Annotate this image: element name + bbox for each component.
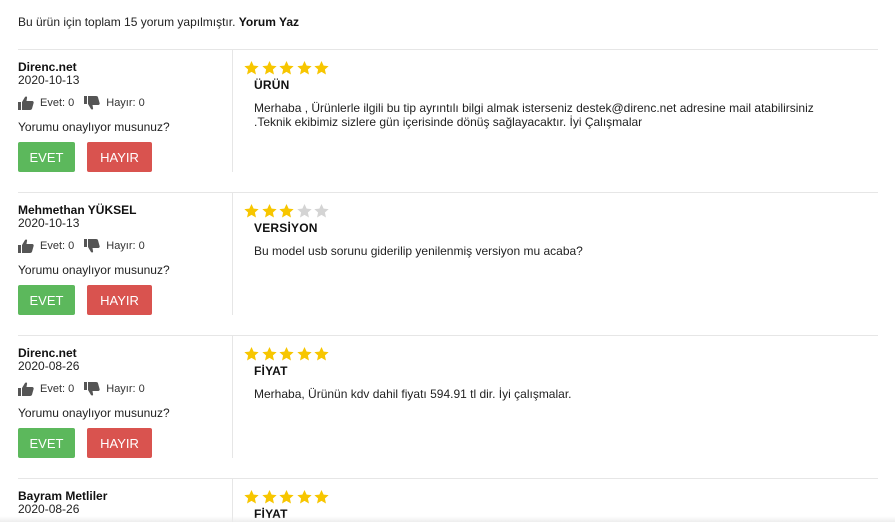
review-item: Mehmethan YÜKSEL 2020-10-13 Evet: 0 Hayı… <box>18 193 878 336</box>
review-text: Merhaba, Ürünün kdv dahil fiyatı 594.91 … <box>254 387 572 401</box>
star-filled-icon <box>261 61 277 75</box>
review-meta: Mehmethan YÜKSEL 2020-10-13 Evet: 0 Hayı… <box>18 193 233 315</box>
thumbs-down-icon <box>84 239 100 253</box>
yes-vote-count: Evet: 0 <box>40 97 75 109</box>
bottom-fade <box>0 516 895 522</box>
approve-yes-button[interactable]: EVET <box>18 285 75 315</box>
star-filled-icon <box>314 490 329 504</box>
review-item: Direnc.net 2020-08-26 Evet: 0 Hayır: 0 Y… <box>18 336 878 479</box>
approval-question: Yorumu onaylıyor musunuz? <box>18 120 170 134</box>
star-filled-icon <box>314 347 329 361</box>
vote-counts: Evet: 0 Hayır: 0 <box>18 96 155 110</box>
star-rating <box>243 489 331 505</box>
star-filled-icon <box>261 347 277 361</box>
review-text: Merhaba , Ürünlerle ilgili bu tip ayrınt… <box>254 101 814 129</box>
star-filled-icon <box>279 204 294 218</box>
thumbs-down-vote[interactable]: Hayır: 0 <box>84 239 145 253</box>
star-rating <box>243 346 331 362</box>
star-filled-icon <box>244 204 259 218</box>
approve-no-button[interactable]: HAYIR <box>87 428 152 458</box>
star-filled-icon <box>244 490 259 504</box>
no-vote-count: Hayır: 0 <box>106 97 145 109</box>
review-title: FİYAT <box>254 364 288 378</box>
star-filled-icon <box>296 61 312 75</box>
star-empty-icon <box>296 204 312 218</box>
review-date: 2020-08-26 <box>18 502 80 516</box>
star-filled-icon <box>296 490 312 504</box>
review-meta: Direnc.net 2020-08-26 Evet: 0 Hayır: 0 Y… <box>18 336 233 458</box>
star-rating <box>243 60 331 76</box>
thumbs-down-vote[interactable]: Hayır: 0 <box>84 96 145 110</box>
review-title: ÜRÜN <box>254 78 290 92</box>
no-vote-count: Hayır: 0 <box>106 240 145 252</box>
star-filled-icon <box>296 347 312 361</box>
approval-question: Yorumu onaylıyor musunuz? <box>18 263 170 277</box>
review-count-text: Bu ürün için toplam 15 yorum yapılmıştır… <box>18 15 236 29</box>
yes-vote-count: Evet: 0 <box>40 383 75 395</box>
review-author: Direnc.net <box>18 346 77 360</box>
review-date: 2020-08-26 <box>18 359 80 373</box>
star-rating <box>243 203 331 219</box>
star-filled-icon <box>244 347 259 361</box>
star-filled-icon <box>314 61 329 75</box>
star-empty-icon <box>314 204 329 218</box>
thumbs-down-icon <box>84 382 100 396</box>
approve-no-button[interactable]: HAYIR <box>87 142 152 172</box>
star-filled-icon <box>279 61 294 75</box>
star-filled-icon <box>279 347 294 361</box>
no-vote-count: Hayır: 0 <box>106 383 145 395</box>
thumbs-down-vote[interactable]: Hayır: 0 <box>84 382 145 396</box>
write-review-link[interactable]: Yorum Yaz <box>239 15 299 29</box>
approve-no-button[interactable]: HAYIR <box>87 285 152 315</box>
approval-question: Yorumu onaylıyor musunuz? <box>18 406 170 420</box>
review-title: VERSİYON <box>254 221 318 235</box>
thumbs-up-icon <box>18 96 34 110</box>
review-item: Direnc.net 2020-10-13 Evet: 0 Hayır: 0 Y… <box>18 50 878 193</box>
review-summary: Bu ürün için toplam 15 yorum yapılmıştır… <box>18 15 299 29</box>
star-filled-icon <box>279 490 294 504</box>
review-date: 2020-10-13 <box>18 216 80 230</box>
review-date: 2020-10-13 <box>18 73 80 87</box>
star-filled-icon <box>261 490 277 504</box>
review-meta: Direnc.net 2020-10-13 Evet: 0 Hayır: 0 Y… <box>18 50 233 172</box>
review-author: Bayram Metliler <box>18 489 108 503</box>
vote-counts: Evet: 0 Hayır: 0 <box>18 239 155 253</box>
thumbs-up-icon <box>18 382 34 396</box>
review-author: Mehmethan YÜKSEL <box>18 203 137 217</box>
yes-vote-count: Evet: 0 <box>40 240 75 252</box>
approve-yes-button[interactable]: EVET <box>18 142 75 172</box>
vote-counts: Evet: 0 Hayır: 0 <box>18 382 155 396</box>
review-author: Direnc.net <box>18 60 77 74</box>
thumbs-up-vote[interactable]: Evet: 0 <box>18 239 74 253</box>
thumbs-up-vote[interactable]: Evet: 0 <box>18 382 74 396</box>
thumbs-up-vote[interactable]: Evet: 0 <box>18 96 74 110</box>
review-text: Bu model usb sorunu giderilip yenilenmiş… <box>254 244 583 258</box>
star-filled-icon <box>244 61 259 75</box>
thumbs-up-icon <box>18 239 34 253</box>
thumbs-down-icon <box>84 96 100 110</box>
star-filled-icon <box>261 204 277 218</box>
approve-yes-button[interactable]: EVET <box>18 428 75 458</box>
